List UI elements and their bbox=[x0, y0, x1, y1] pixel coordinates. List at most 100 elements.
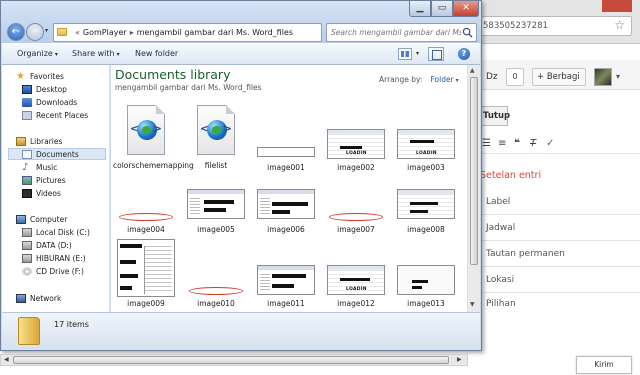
share-with-label: Share with bbox=[72, 49, 115, 58]
file-item[interactable]: image001 bbox=[253, 105, 319, 175]
breadcrumb-separator-icon[interactable]: ▸ bbox=[127, 28, 137, 37]
file-item[interactable]: LOADIN image002 bbox=[323, 105, 389, 175]
file-item[interactable]: image013 bbox=[393, 239, 459, 311]
numbered-list-icon[interactable]: ≡ bbox=[498, 138, 506, 149]
maximize-button[interactable]: ▭ bbox=[431, 1, 453, 17]
recent-pages-chevron-icon[interactable]: ▾ bbox=[45, 27, 48, 34]
chevron-down-icon[interactable]: ▾ bbox=[616, 72, 620, 81]
file-item[interactable]: image004 bbox=[113, 179, 179, 235]
divider bbox=[476, 266, 640, 267]
help-icon[interactable]: ? bbox=[458, 48, 470, 60]
divider bbox=[476, 240, 640, 241]
breadcrumb[interactable]: «GomPlayer ▸ mengambil gambar dari Ms. Wor… bbox=[72, 28, 293, 37]
xml-document-icon: < > bbox=[197, 105, 235, 155]
send-feedback-button[interactable]: Kirim masukan bbox=[576, 356, 632, 374]
forward-button[interactable]: → bbox=[26, 23, 44, 41]
file-item[interactable]: image005 bbox=[183, 179, 249, 235]
nav-item-desktop[interactable]: Desktop bbox=[22, 84, 106, 96]
chevron-down-icon[interactable]: ▾ bbox=[454, 77, 459, 84]
nav-item-computer[interactable]: Computer bbox=[16, 214, 106, 226]
file-name: image012 bbox=[337, 299, 375, 308]
file-item[interactable]: image007 bbox=[323, 179, 389, 235]
settings-option-label[interactable]: Label bbox=[486, 197, 510, 207]
settings-option-schedule[interactable]: Jadwal bbox=[486, 223, 515, 233]
file-item[interactable]: < > colorschememapping bbox=[113, 105, 194, 185]
nav-item-local-disk[interactable]: Local Disk (C:) bbox=[22, 227, 106, 239]
scroll-down-icon[interactable]: ▼ bbox=[470, 301, 475, 308]
nav-item-label: Network bbox=[30, 294, 62, 303]
file-item[interactable]: image010 bbox=[183, 239, 249, 311]
editor-toolbar: ☰ ≡ ❝ T ✓ bbox=[476, 136, 640, 154]
settings-option-permalink[interactable]: Tautan permanen bbox=[486, 249, 565, 259]
preview-pane-icon[interactable] bbox=[428, 47, 444, 61]
image-thumbnail bbox=[117, 239, 175, 297]
file-item[interactable]: image006 bbox=[253, 179, 319, 235]
scroll-right-icon[interactable]: ▶ bbox=[457, 356, 462, 363]
nav-item-pictures[interactable]: Pictures bbox=[22, 175, 106, 187]
breadcrumb-overflow-icon[interactable]: « bbox=[72, 28, 83, 37]
organize-button[interactable]: Organize ▾ bbox=[14, 48, 61, 59]
nav-item-label: Recent Places bbox=[36, 111, 89, 120]
breadcrumb-folder[interactable]: mengambil gambar dari Ms. Word_files bbox=[137, 28, 293, 37]
breadcrumb-root[interactable]: GomPlayer bbox=[83, 28, 127, 37]
nav-item-network[interactable]: Network bbox=[16, 293, 106, 305]
nav-item-favorites[interactable]: ★ Favorites bbox=[16, 71, 106, 83]
nav-item-documents[interactable]: Documents bbox=[8, 148, 106, 160]
share-button-label: Berbagi bbox=[546, 72, 580, 82]
nav-item-recent-places[interactable]: Recent Places bbox=[22, 110, 106, 122]
search-input[interactable] bbox=[327, 24, 461, 41]
file-item[interactable]: < > filelist bbox=[183, 105, 249, 185]
file-name: image006 bbox=[267, 225, 305, 234]
spellcheck-icon[interactable]: ✓ bbox=[546, 138, 554, 149]
browser-close-button[interactable] bbox=[602, 0, 632, 12]
nav-item-data-drive[interactable]: DATA (D:) bbox=[22, 240, 106, 252]
share-with-button[interactable]: Share with ▾ bbox=[69, 48, 123, 59]
bulleted-list-icon[interactable]: ☰ bbox=[482, 138, 491, 149]
clear-formatting-icon[interactable]: T bbox=[530, 138, 536, 149]
file-name: filelist bbox=[204, 161, 228, 170]
scroll-up-icon[interactable]: ▲ bbox=[470, 67, 475, 74]
nav-item-label: Libraries bbox=[30, 137, 63, 146]
search-box[interactable] bbox=[326, 23, 477, 42]
nav-item-hiburan-drive[interactable]: HIBURAN (E:) bbox=[22, 253, 106, 265]
horizontal-scrollbar[interactable]: ◀ ▶ bbox=[0, 354, 468, 366]
avatar[interactable] bbox=[594, 68, 612, 86]
scroll-left-icon[interactable]: ◀ bbox=[4, 356, 9, 363]
nav-item-cd-drive[interactable]: CD Drive (F:) bbox=[22, 266, 106, 278]
change-view-icon[interactable] bbox=[398, 48, 412, 60]
cd-drive-icon bbox=[22, 267, 32, 276]
quote-icon[interactable]: ❝ bbox=[514, 138, 520, 149]
file-name: image009 bbox=[127, 299, 165, 308]
file-item[interactable]: LOADIN image003 bbox=[393, 105, 459, 175]
file-item[interactable]: LOADIN image012 bbox=[323, 239, 389, 311]
back-button[interactable]: ← bbox=[7, 23, 25, 41]
file-list-pane: Documents library mengambil gambar dari … bbox=[111, 65, 467, 312]
share-button[interactable]: + Berbagi bbox=[532, 68, 586, 86]
close-window-button[interactable]: ✕ bbox=[453, 1, 479, 17]
search-icon[interactable] bbox=[462, 27, 473, 38]
settings-option-location[interactable]: Lokasi bbox=[486, 275, 514, 285]
view-options-chevron-icon[interactable]: ▾ bbox=[416, 50, 419, 57]
bookmark-star-icon[interactable]: ☆ bbox=[614, 18, 625, 32]
arrange-by-dropdown[interactable]: Folder bbox=[422, 75, 453, 84]
divider bbox=[476, 214, 640, 215]
settings-option-options[interactable]: Pilihan bbox=[486, 299, 516, 309]
nav-item-libraries[interactable]: Libraries bbox=[16, 136, 106, 148]
file-item[interactable]: image009 bbox=[113, 239, 179, 311]
organize-label: Organize bbox=[17, 49, 53, 58]
nav-item-videos[interactable]: Videos bbox=[22, 188, 106, 200]
scrollbar-thumb[interactable] bbox=[470, 77, 478, 265]
vertical-scrollbar[interactable]: ▲ ▼ bbox=[467, 65, 480, 312]
nav-item-downloads[interactable]: Downloads bbox=[22, 97, 106, 109]
new-folder-button[interactable]: New folder bbox=[132, 48, 181, 59]
nav-item-label: Music bbox=[36, 163, 58, 172]
notification-count[interactable]: 0 bbox=[506, 68, 524, 86]
browser-url-bar[interactable]: 583505237281 ☆ bbox=[476, 16, 632, 36]
file-item[interactable]: image008 bbox=[393, 179, 459, 235]
address-bar[interactable]: «GomPlayer ▸ mengambil gambar dari Ms. Wor… bbox=[53, 23, 368, 42]
network-icon bbox=[16, 294, 26, 303]
nav-item-music[interactable]: ♪ Music bbox=[22, 162, 106, 174]
file-item[interactable]: image011 bbox=[253, 239, 319, 311]
minimize-button[interactable]: ▁ bbox=[409, 1, 431, 17]
scrollbar-thumb[interactable] bbox=[13, 356, 449, 364]
